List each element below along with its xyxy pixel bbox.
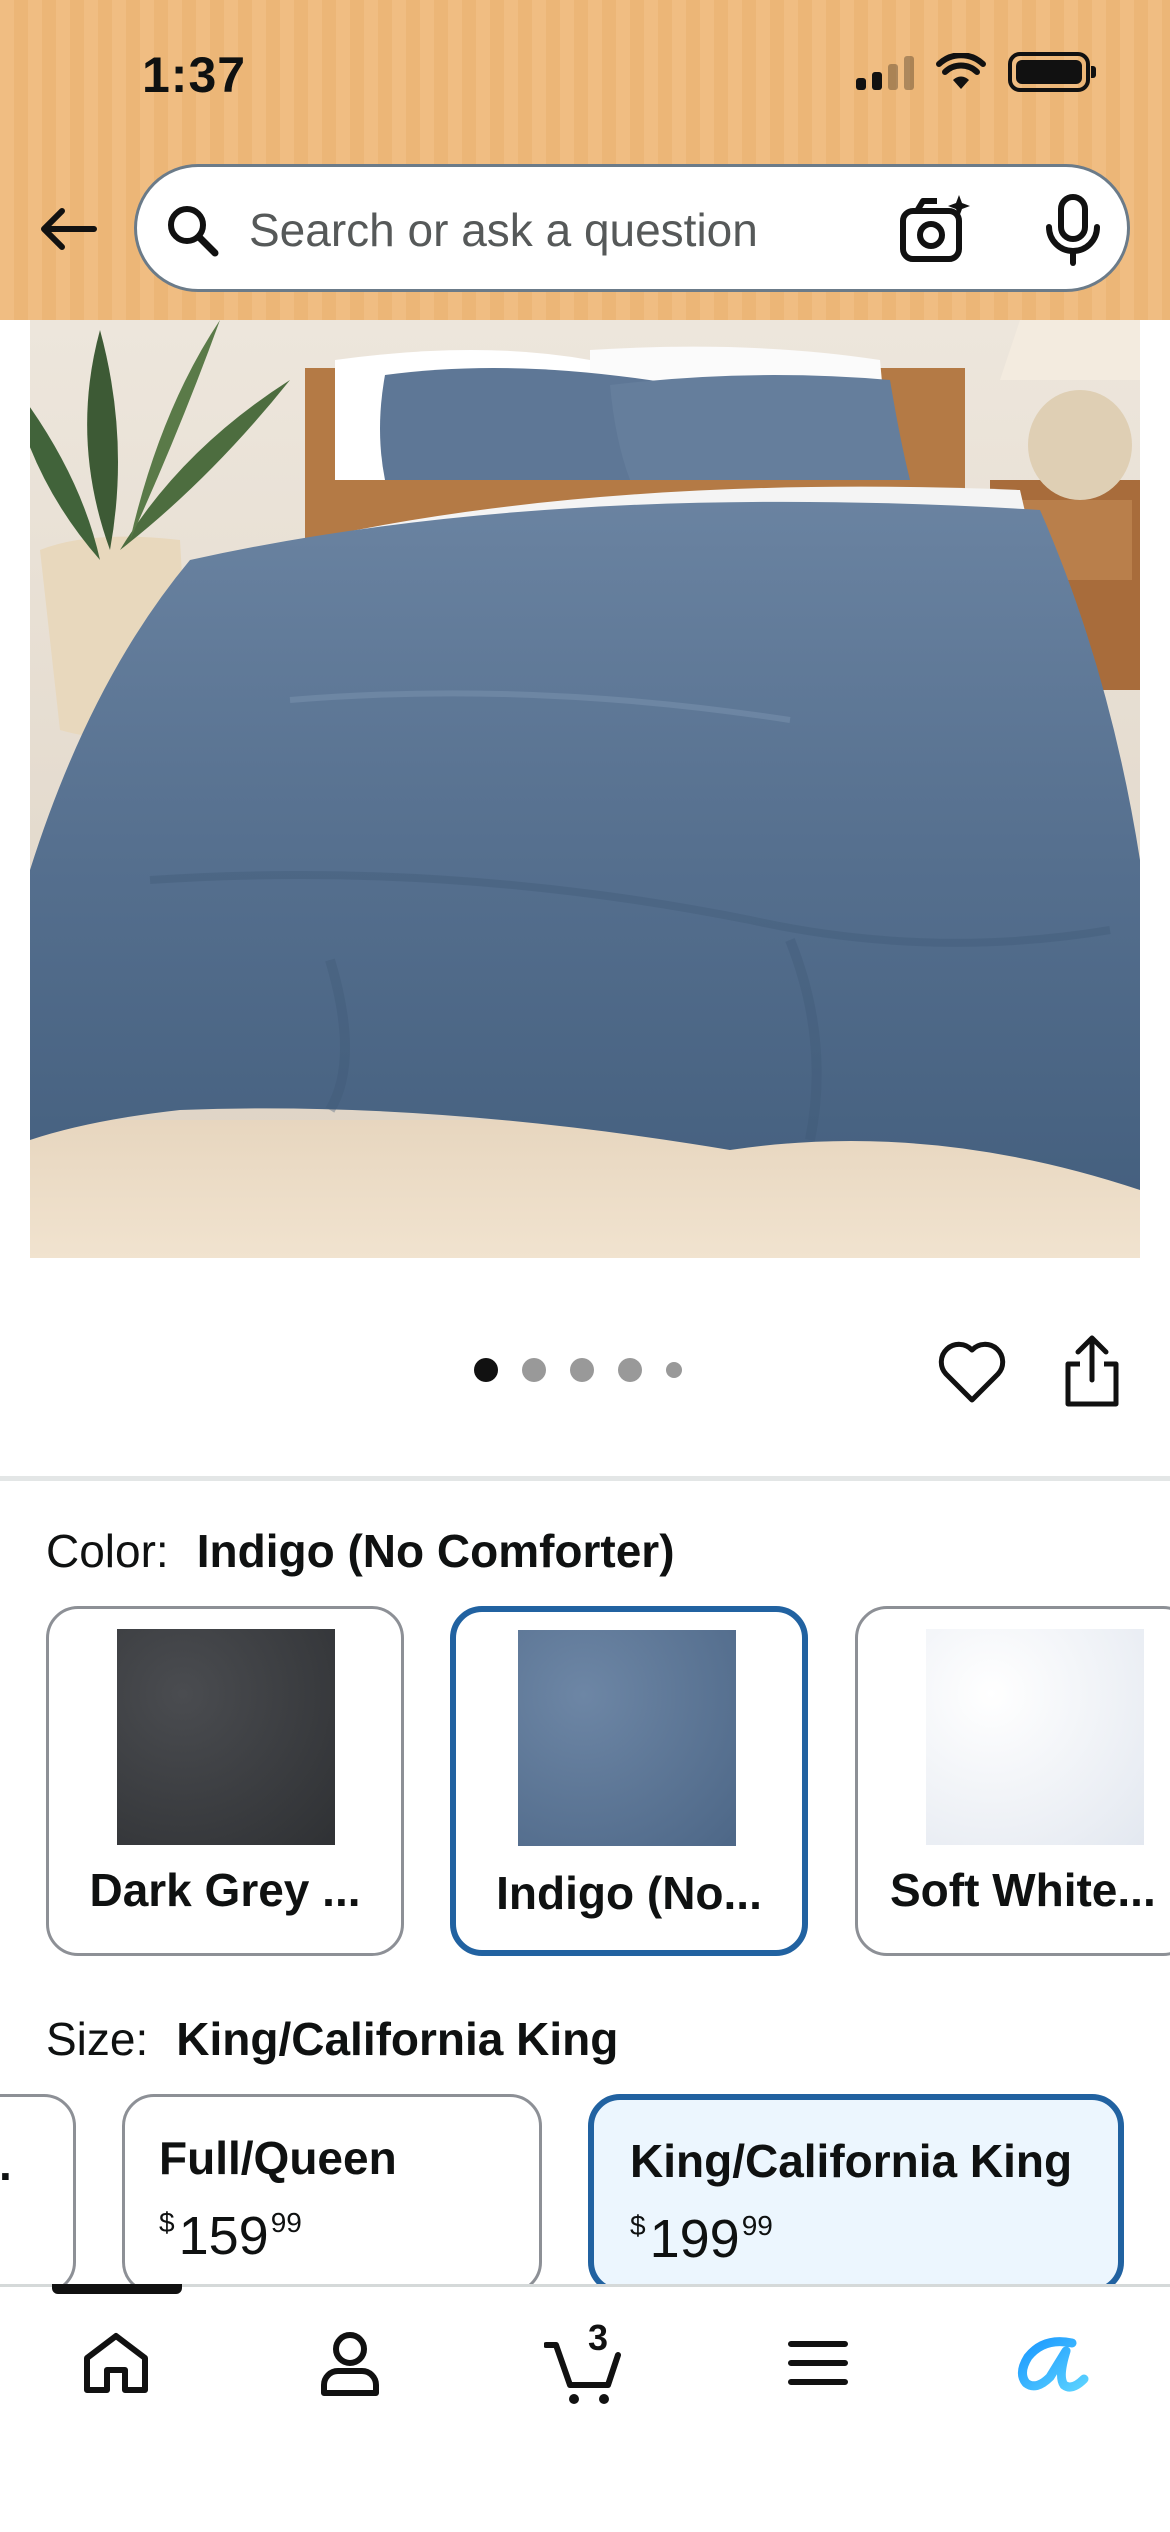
menu-icon — [788, 2341, 848, 2385]
price-cents: 99 — [741, 2210, 773, 2241]
size-label: Size: — [46, 2013, 149, 2065]
voice-search-button[interactable] — [1037, 191, 1109, 269]
home-icon — [84, 2333, 148, 2393]
section-divider — [0, 1476, 1170, 1481]
price-currency: $ — [630, 2210, 646, 2241]
size-option-price: $19999 — [630, 2208, 773, 2270]
share-button[interactable] — [1062, 1334, 1122, 1408]
size-option-name: Full/Queen — [159, 2132, 397, 2184]
size-option-full-queen[interactable]: Full/Queen $15999 — [122, 2094, 542, 2294]
price-cents: 99 — [270, 2207, 302, 2238]
size-option-price: $15999 — [159, 2205, 302, 2267]
search-bar[interactable] — [134, 164, 1130, 292]
account-icon — [321, 2332, 379, 2396]
selected-size: King/California King — [176, 2013, 619, 2065]
battery-icon — [1008, 52, 1096, 92]
color-label: Color: — [46, 1525, 169, 1577]
color-option-label: Indigo (No... — [496, 1867, 762, 1919]
header-bar: 1:37 — [0, 0, 1170, 320]
pagination-dot[interactable] — [570, 1358, 594, 1382]
camera-icon — [900, 195, 970, 262]
status-icons — [856, 52, 1096, 92]
image-pagination-dots[interactable] — [474, 1358, 682, 1382]
color-option-label: Dark Grey ... — [89, 1864, 361, 1916]
share-icon — [1065, 1335, 1119, 1407]
size-option-name: King/California King — [630, 2135, 1073, 2187]
selected-color: Indigo (No Comforter) — [196, 1525, 675, 1577]
size-selection-label: Size: King/California King — [46, 2012, 618, 2066]
color-option-label: Soft White... — [890, 1864, 1156, 1916]
microphone-icon — [1046, 194, 1100, 266]
price-currency: $ — [159, 2207, 175, 2238]
nav-rufus-assistant[interactable] — [1002, 2318, 1102, 2408]
cart-icon — [544, 2342, 621, 2404]
camera-search-button[interactable] — [897, 191, 975, 269]
color-option-indigo[interactable]: Indigo (No... — [450, 1606, 808, 1956]
color-swatch-image — [926, 1629, 1144, 1845]
color-swatch-image — [117, 1629, 335, 1845]
status-time: 1:37 — [142, 47, 247, 103]
pagination-dot[interactable] — [522, 1358, 546, 1382]
pagination-dot[interactable] — [474, 1358, 498, 1382]
nav-cart[interactable]: 3 — [534, 2317, 634, 2408]
color-swatch-image — [518, 1630, 736, 1846]
heart-icon — [938, 1341, 1006, 1403]
size-option-partial-label: . — [0, 2138, 12, 2190]
product-image[interactable] — [30, 320, 1140, 1258]
pagination-dot[interactable] — [618, 1358, 642, 1382]
color-option-soft-white[interactable]: Soft White... — [855, 1606, 1170, 1956]
color-selection-label: Color: Indigo (No Comforter) — [46, 1524, 675, 1578]
back-button[interactable] — [30, 196, 106, 262]
active-tab-indicator — [52, 2284, 182, 2294]
size-option-king[interactable]: King/California King $19999 — [588, 2094, 1124, 2294]
price-dollars: 199 — [649, 2209, 740, 2269]
back-arrow-icon — [41, 208, 97, 250]
wifi-icon — [936, 53, 986, 89]
color-option-dark-grey[interactable]: Dark Grey ... — [46, 1606, 404, 1956]
price-dollars: 159 — [178, 2206, 269, 2266]
cellular-signal-icon — [856, 54, 914, 90]
nav-menu[interactable] — [768, 2318, 868, 2408]
rufus-icon — [1018, 2337, 1089, 2392]
size-option-partial[interactable]: . — [0, 2094, 76, 2294]
pagination-dot[interactable] — [666, 1362, 682, 1378]
search-icon — [168, 206, 219, 257]
product-photo — [30, 320, 1140, 1258]
nav-account[interactable] — [300, 2318, 400, 2408]
add-to-wishlist-button[interactable] — [936, 1336, 1008, 1408]
nav-home[interactable] — [66, 2318, 166, 2408]
search-input[interactable] — [249, 197, 889, 263]
